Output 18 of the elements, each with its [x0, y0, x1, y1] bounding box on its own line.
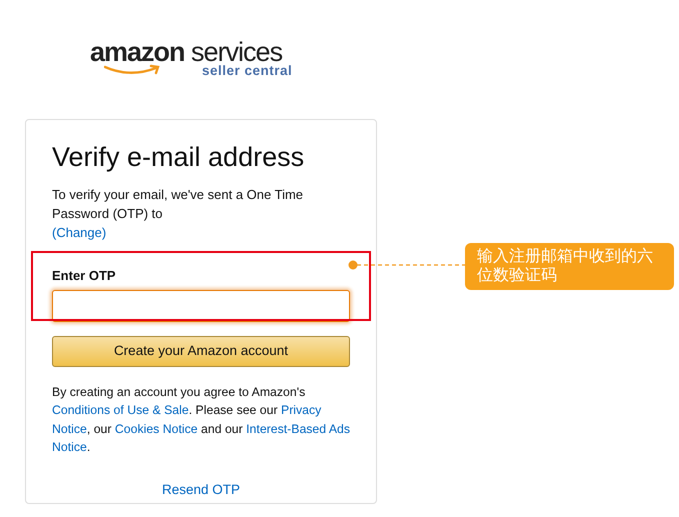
create-account-button[interactable]: Create your Amazon account — [52, 336, 350, 366]
logo-tagline: seller central — [202, 64, 292, 78]
logo-brand-text: amazon — [90, 37, 185, 67]
legal-link[interactable]: Privacy — [281, 403, 322, 417]
legal-link[interactable]: Notice — [52, 422, 87, 436]
annotation-callout: 输入注册邮箱中收到的六位数验证码 — [465, 243, 674, 290]
legal-link[interactable]: Conditions of Use & Sale — [52, 403, 189, 417]
resend-otp-link[interactable]: Resend OTP — [52, 480, 350, 500]
smile-arrow-icon — [104, 64, 162, 76]
otp-input-field[interactable] — [52, 290, 350, 322]
change-link[interactable]: (Change) — [52, 223, 106, 242]
legal-text: By creating an account you agree to Amazon's Conditions of Use & Sale. Please see our Privacy Notice, our Cookies Notice and our Interest-Based Ads Notice. — [52, 384, 350, 456]
legal-link[interactable]: Cookies Notice — [114, 422, 198, 436]
legal-link[interactable]: Notice — [52, 440, 87, 454]
otp-label: Enter OTP — [52, 268, 117, 284]
instruction-text: To verify your email, we've sent a One Time Password (OTP) to — [52, 186, 304, 223]
page-title: Verify e-mail address — [52, 141, 306, 174]
legal-link[interactable]: Interest-Based Ads — [246, 422, 350, 436]
